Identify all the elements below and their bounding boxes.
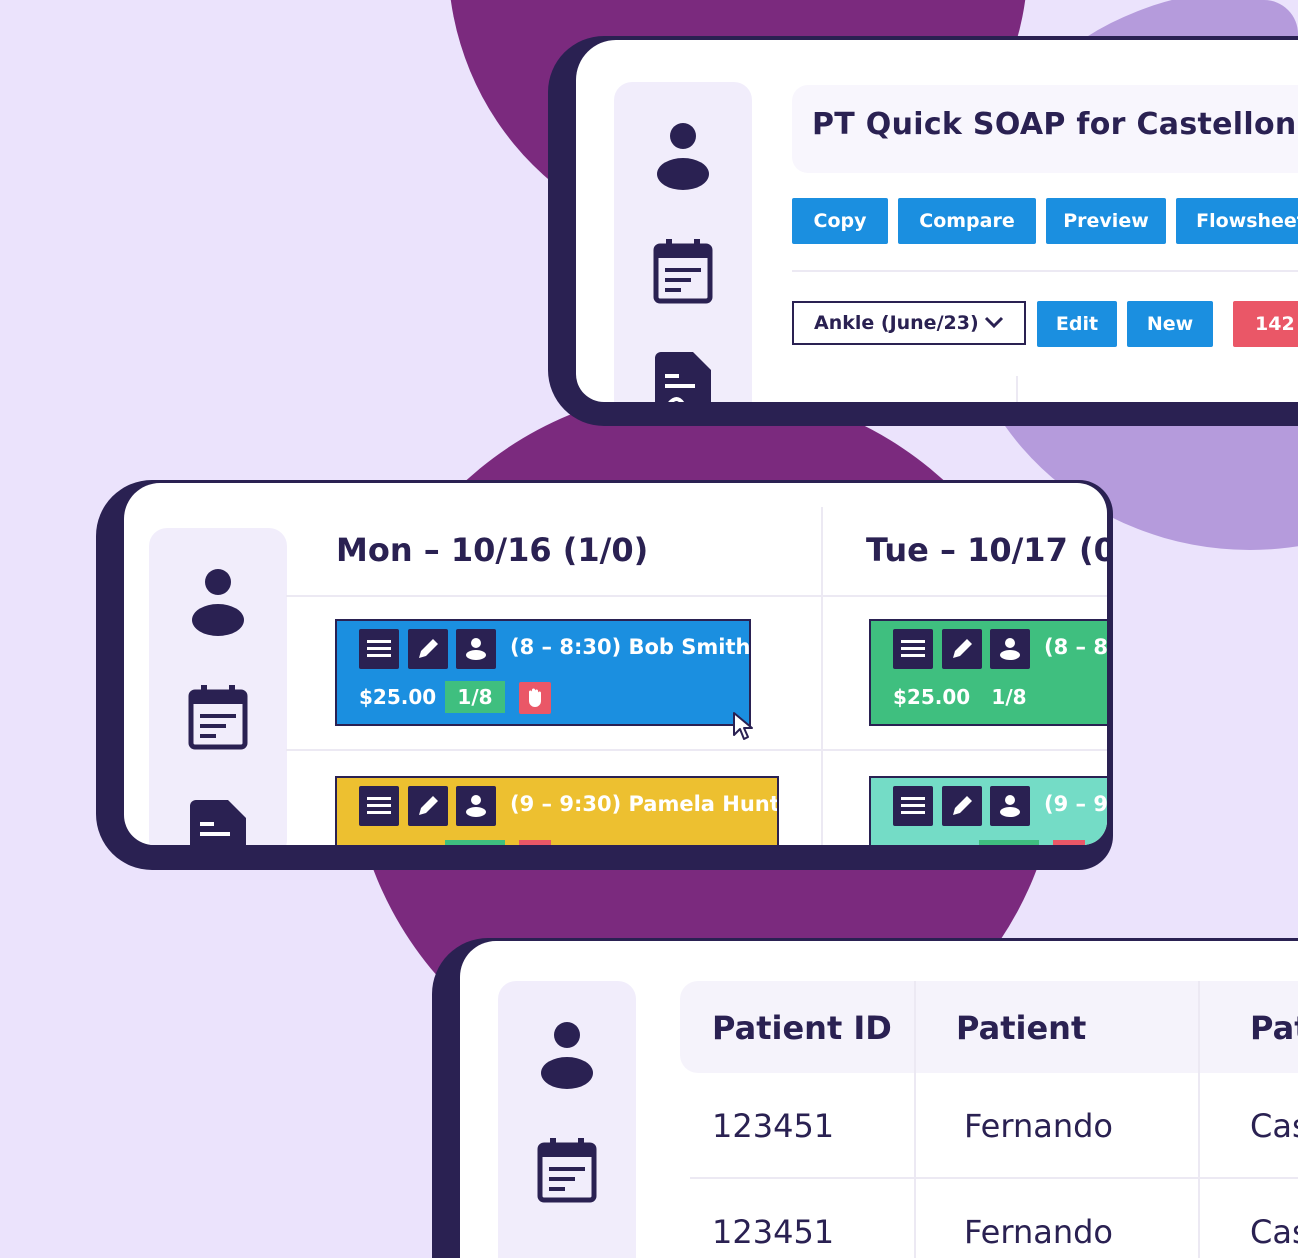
table-cell: 123451 bbox=[712, 1107, 835, 1145]
hand-stop-icon[interactable] bbox=[519, 840, 551, 845]
appointment-price: $25.00 bbox=[893, 685, 971, 709]
table-cell: Fernando bbox=[964, 1213, 1113, 1251]
chevron-down-icon bbox=[984, 316, 1004, 329]
day-header-mon: Mon – 10/16 (1/0) bbox=[336, 531, 649, 569]
appointment-card[interactable]: (9 – 9:30) Pamela Hunt bbox=[335, 776, 779, 845]
divider-vertical bbox=[1016, 376, 1018, 402]
sidebar bbox=[614, 82, 752, 402]
calendar-icon[interactable] bbox=[537, 1137, 597, 1207]
note-title: PT Quick SOAP for Castellon, Fernando bbox=[812, 107, 1298, 142]
copy-button[interactable]: Copy bbox=[792, 198, 888, 244]
patients-card: Patient ID Patient Patient Last 123451 F… bbox=[432, 938, 1298, 1258]
divider bbox=[792, 270, 1298, 272]
mouse-cursor-icon bbox=[733, 712, 753, 740]
visit-count-badge bbox=[445, 840, 505, 845]
table-cell: 123451 bbox=[712, 1213, 835, 1251]
menu-icon[interactable] bbox=[359, 629, 399, 669]
patient-icon[interactable] bbox=[539, 1021, 595, 1093]
appointment-card[interactable]: (8 – 8:30) Bob Smith $25.00 1/8 bbox=[869, 619, 1107, 726]
calendar-icon[interactable] bbox=[188, 684, 248, 754]
day-header-tue: Tue – 10/17 (0/0) bbox=[866, 531, 1107, 569]
appointment-card[interactable]: (8 – 8:30) Bob Smith $25.00 1/8 bbox=[335, 619, 751, 726]
visit-count-badge: 1/8 bbox=[991, 685, 1027, 709]
appointment-title: (8 – 8:30) Bob Smith bbox=[1044, 635, 1107, 659]
document-icon[interactable] bbox=[190, 800, 246, 845]
menu-icon[interactable] bbox=[893, 786, 933, 826]
compare-button[interactable]: Compare bbox=[898, 198, 1036, 244]
column-divider bbox=[821, 507, 823, 845]
sidebar bbox=[498, 981, 636, 1258]
preview-button[interactable]: Preview bbox=[1046, 198, 1166, 244]
visit-count-badge: 1/8 bbox=[445, 681, 505, 713]
days-badge: 142 days bbox=[1233, 301, 1298, 347]
calendar-icon[interactable] bbox=[653, 238, 713, 308]
appointment-title: (9 – 9:30) Pamela Hunt bbox=[510, 792, 779, 816]
patient-icon[interactable] bbox=[456, 786, 496, 826]
note-title-box: PT Quick SOAP for Castellon, Fernando bbox=[792, 85, 1298, 173]
schedule-panel: Mon – 10/16 (1/0) Tue – 10/17 (0/0) (8 –… bbox=[124, 483, 1107, 845]
column-divider bbox=[1198, 981, 1200, 1258]
case-select-value: Ankle (June/23) bbox=[814, 312, 979, 334]
patient-icon[interactable] bbox=[990, 786, 1030, 826]
row-divider bbox=[286, 595, 1107, 597]
table-cell: Fernando bbox=[964, 1107, 1113, 1145]
appointment-title: (9 – 9:30) Pamela Hunt bbox=[1044, 792, 1107, 816]
visit-count-badge bbox=[979, 840, 1039, 845]
appointment-card[interactable]: (9 – 9:30) Pamela Hunt bbox=[869, 776, 1107, 845]
patient-icon[interactable] bbox=[655, 122, 711, 194]
appointment-price: $25.00 bbox=[359, 685, 437, 709]
column-divider bbox=[914, 981, 916, 1258]
patient-icon[interactable] bbox=[190, 568, 246, 640]
table-cell: Castellon bbox=[1250, 1107, 1298, 1145]
menu-icon[interactable] bbox=[359, 786, 399, 826]
row-divider bbox=[690, 1177, 1298, 1179]
menu-icon[interactable] bbox=[893, 629, 933, 669]
patient-icon[interactable] bbox=[990, 629, 1030, 669]
flowsheet-button[interactable]: Flowsheet bbox=[1176, 198, 1298, 244]
column-header-patient-last[interactable]: Patient Last bbox=[1250, 1009, 1298, 1047]
soap-note-panel: PT Quick SOAP for Castellon, Fernando Co… bbox=[576, 40, 1298, 402]
column-header-patient-id[interactable]: Patient ID bbox=[712, 1009, 892, 1047]
hand-stop-icon[interactable] bbox=[1053, 840, 1085, 845]
new-button[interactable]: New bbox=[1127, 301, 1213, 347]
hand-stop-icon[interactable] bbox=[519, 682, 551, 714]
document-icon[interactable] bbox=[655, 352, 711, 402]
table-cell: Castellon bbox=[1250, 1213, 1298, 1251]
patients-panel: Patient ID Patient Patient Last 123451 F… bbox=[460, 941, 1298, 1258]
schedule-card: Mon – 10/16 (1/0) Tue – 10/17 (0/0) (8 –… bbox=[96, 480, 1113, 870]
pencil-icon[interactable] bbox=[942, 786, 982, 826]
sidebar bbox=[149, 528, 287, 845]
pencil-icon[interactable] bbox=[408, 786, 448, 826]
pencil-icon[interactable] bbox=[408, 629, 448, 669]
soap-note-card: PT Quick SOAP for Castellon, Fernando Co… bbox=[548, 36, 1298, 426]
case-select[interactable]: Ankle (June/23) bbox=[792, 301, 1026, 345]
edit-button[interactable]: Edit bbox=[1037, 301, 1117, 347]
patient-icon[interactable] bbox=[456, 629, 496, 669]
appointment-title: (8 – 8:30) Bob Smith bbox=[510, 635, 751, 659]
row-divider bbox=[286, 749, 1107, 751]
column-header-patient[interactable]: Patient bbox=[956, 1009, 1086, 1047]
pencil-icon[interactable] bbox=[942, 629, 982, 669]
